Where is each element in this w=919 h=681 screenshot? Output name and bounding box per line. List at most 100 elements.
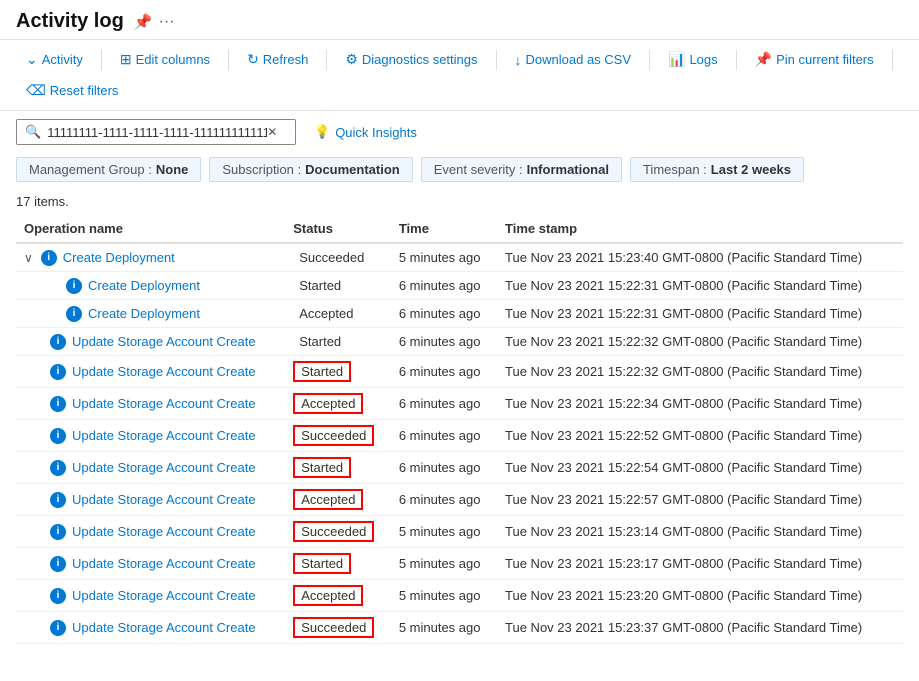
operation-name[interactable]: Create Deployment: [88, 278, 200, 293]
operation-cell: iUpdate Storage Account Create: [16, 580, 285, 612]
table-row[interactable]: iUpdate Storage Account CreateSucceeded5…: [16, 516, 903, 548]
download-icon: ↓: [515, 52, 522, 68]
operation-name[interactable]: Update Storage Account Create: [72, 428, 256, 443]
status-cell: Accepted: [285, 580, 391, 612]
status-cell: Accepted: [285, 484, 391, 516]
filter-tag-event-severity[interactable]: Event severity : Informational: [421, 157, 622, 182]
diagnostics-label: Diagnostics settings: [362, 52, 478, 67]
time-cell: 5 minutes ago: [391, 243, 497, 272]
info-icon: i: [50, 428, 66, 444]
separator: [101, 50, 102, 70]
filter-label-mg: Management Group :: [29, 162, 152, 177]
operation-name[interactable]: Update Storage Account Create: [72, 588, 256, 603]
filter-value-time: Last 2 weeks: [711, 162, 791, 177]
activity-button[interactable]: ⌄ Activity: [16, 46, 93, 73]
table-row[interactable]: iUpdate Storage Account CreateSucceeded5…: [16, 612, 903, 644]
chevron-down-icon: ⌄: [26, 51, 38, 68]
search-input[interactable]: [47, 125, 267, 140]
search-icon: 🔍: [25, 124, 41, 140]
operation-name[interactable]: Update Storage Account Create: [72, 364, 256, 379]
pin-filters-button[interactable]: 📌 Pin current filters: [745, 46, 884, 73]
reset-filters-button[interactable]: ⌫ Reset filters: [16, 77, 128, 104]
filter-value-mg: None: [156, 162, 189, 177]
status-cell: Succeeded: [285, 612, 391, 644]
table-row[interactable]: ∨iCreate DeploymentSucceeded5 minutes ag…: [16, 243, 903, 272]
filter-tag-subscription[interactable]: Subscription : Documentation: [209, 157, 412, 182]
table-row[interactable]: iUpdate Storage Account CreateAccepted6 …: [16, 388, 903, 420]
timestamp-cell: Tue Nov 23 2021 15:22:57 GMT-0800 (Pacif…: [497, 484, 903, 516]
operation-name[interactable]: Create Deployment: [88, 306, 200, 321]
status-value: Succeeded: [293, 249, 370, 266]
table-row[interactable]: iUpdate Storage Account CreateSucceeded6…: [16, 420, 903, 452]
status-cell: Started: [285, 272, 391, 300]
operation-name[interactable]: Update Storage Account Create: [72, 620, 256, 635]
status-value: Started: [293, 553, 351, 574]
info-icon: i: [50, 460, 66, 476]
table-row[interactable]: iUpdate Storage Account CreateAccepted5 …: [16, 580, 903, 612]
table-row[interactable]: iCreate DeploymentAccepted6 minutes agoT…: [16, 300, 903, 328]
separator: [496, 50, 497, 70]
chevron-icon[interactable]: ∨: [24, 251, 33, 265]
table-row[interactable]: iUpdate Storage Account CreateAccepted6 …: [16, 484, 903, 516]
operation-name[interactable]: Create Deployment: [63, 250, 175, 265]
download-csv-button[interactable]: ↓ Download as CSV: [505, 47, 642, 73]
operation-cell: i Create Deployment: [16, 272, 285, 300]
quick-insights-button[interactable]: 💡 Quick Insights: [306, 120, 425, 144]
clear-search-icon[interactable]: ✕: [267, 125, 277, 139]
diagnostics-button[interactable]: ⚙ Diagnostics settings: [335, 46, 487, 73]
operation-name[interactable]: Update Storage Account Create: [72, 524, 256, 539]
pin-icon[interactable]: 📌: [134, 13, 153, 31]
search-box[interactable]: 🔍 ✕: [16, 119, 296, 145]
operation-name[interactable]: Update Storage Account Create: [72, 460, 256, 475]
separator: [326, 50, 327, 70]
table-row[interactable]: iUpdate Storage Account CreateStarted6 m…: [16, 356, 903, 388]
filter-tag-timespan[interactable]: Timespan : Last 2 weeks: [630, 157, 804, 182]
edit-columns-label: Edit columns: [136, 52, 210, 67]
separator: [892, 50, 893, 70]
time-cell: 6 minutes ago: [391, 272, 497, 300]
status-value: Started: [293, 361, 351, 382]
col-status: Status: [285, 215, 391, 243]
time-cell: 6 minutes ago: [391, 388, 497, 420]
operation-name[interactable]: Update Storage Account Create: [72, 492, 256, 507]
filter-tag-management-group[interactable]: Management Group : None: [16, 157, 201, 182]
download-csv-label: Download as CSV: [526, 52, 632, 67]
more-options-icon[interactable]: ···: [158, 13, 174, 31]
operation-cell: i Update Storage Account Create: [16, 516, 285, 548]
page-title: Activity log: [16, 10, 124, 33]
title-bar: Activity log 📌 ···: [0, 0, 919, 40]
status-value: Started: [293, 457, 351, 478]
activity-table: Operation name Status Time Time stamp ∨i…: [16, 215, 903, 644]
refresh-icon: ↻: [247, 51, 259, 68]
table-row[interactable]: iUpdate Storage Account CreateStarted6 m…: [16, 328, 903, 356]
operation-cell: i Update Storage Account Create: [16, 420, 285, 452]
time-cell: 6 minutes ago: [391, 452, 497, 484]
filter-value-sub: Documentation: [305, 162, 400, 177]
activity-label: Activity: [42, 52, 83, 67]
filter-tags: Management Group : None Subscription : D…: [0, 153, 919, 190]
operation-name[interactable]: Update Storage Account Create: [72, 334, 256, 349]
timestamp-cell: Tue Nov 23 2021 15:22:54 GMT-0800 (Pacif…: [497, 452, 903, 484]
operation-cell: iUpdate Storage Account Create: [16, 328, 285, 356]
operation-name[interactable]: Update Storage Account Create: [72, 396, 256, 411]
table-row[interactable]: iUpdate Storage Account CreateStarted5 m…: [16, 548, 903, 580]
operation-cell: iUpdate Storage Account Create: [16, 388, 285, 420]
settings-icon: ⚙: [345, 51, 358, 68]
status-value: Succeeded: [293, 617, 374, 638]
timestamp-cell: Tue Nov 23 2021 15:23:20 GMT-0800 (Pacif…: [497, 580, 903, 612]
status-value: Started: [293, 277, 347, 294]
timestamp-cell: Tue Nov 23 2021 15:23:40 GMT-0800 (Pacif…: [497, 243, 903, 272]
table-row[interactable]: i Update Storage Account Create Started 6 m…: [16, 452, 903, 484]
logs-icon: 📊: [668, 51, 685, 68]
operation-name[interactable]: Update Storage Account Create: [72, 556, 256, 571]
time-cell: 6 minutes ago: [391, 420, 497, 452]
status-value: Started: [293, 333, 347, 350]
table-row[interactable]: iCreate DeploymentStarted6 minutes agoTu…: [16, 272, 903, 300]
edit-columns-button[interactable]: ⊞ Edit columns: [110, 46, 220, 73]
separator: [649, 50, 650, 70]
info-icon: i: [66, 278, 82, 294]
refresh-button[interactable]: ↻ Refresh: [237, 46, 318, 73]
bulb-icon: 💡: [314, 124, 330, 140]
logs-button[interactable]: 📊 Logs: [658, 46, 728, 73]
info-icon: i: [50, 524, 66, 540]
